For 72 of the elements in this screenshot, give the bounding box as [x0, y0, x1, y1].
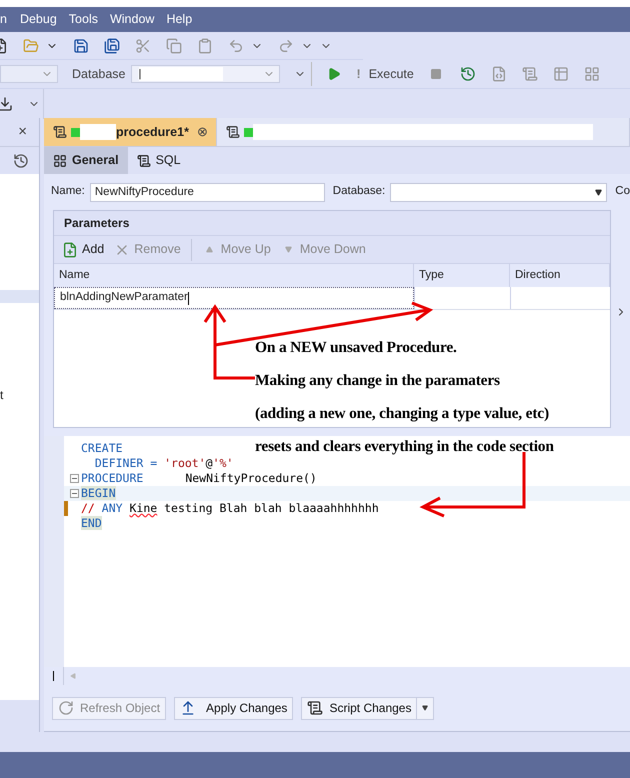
tab-label: procedure1* [116, 124, 189, 141]
database-dropdown[interactable]: | [130, 65, 280, 83]
undo-icon[interactable] [228, 38, 244, 54]
action-button[interactable]: Script Changes [301, 696, 418, 720]
menu-item[interactable]: Window [104, 10, 160, 29]
code-line: DEFINER = 'root'@'%' [94, 456, 234, 471]
status-square-icon [244, 128, 253, 136]
fold-toggle-icon[interactable] [70, 489, 79, 498]
code-line: PROCEDURE NewNiftyProcedure() [81, 471, 317, 486]
menu-item[interactable]: Debug [14, 10, 63, 29]
paste-icon[interactable] [197, 38, 213, 54]
document-tab[interactable]: procedure1* ⊗ [44, 118, 217, 146]
code-line: // ANY Kine testing Blah blah blaaaahhhhhhh [81, 501, 379, 516]
annotation-text: resets and clears everything in the code section [255, 437, 554, 457]
stop-icon[interactable] [430, 68, 442, 80]
status-square-icon [71, 128, 80, 136]
script-icon [136, 154, 151, 168]
script-icon [226, 125, 240, 139]
tree-item-text: t [0, 387, 4, 404]
script-icon [53, 125, 67, 139]
database-label: Database [72, 66, 126, 83]
menu-item[interactable]: Tools [62, 10, 104, 29]
menu-item[interactable]: Help [160, 10, 198, 29]
caret-icon [595, 188, 602, 196]
name-field[interactable]: NewNiftyProcedure [90, 182, 325, 202]
up-triangle-icon [206, 246, 213, 253]
document-icon[interactable] [490, 66, 507, 82]
fold-toggle-icon[interactable] [70, 474, 79, 483]
view-tab[interactable]: SQL [128, 147, 190, 174]
database-dropdown[interactable] [390, 182, 608, 202]
run-icon[interactable] [326, 67, 341, 81]
table-cell[interactable]: blnAddingNewParamater [54, 287, 414, 309]
down-triangle-icon [284, 246, 292, 253]
code-line: CREATE [81, 441, 123, 456]
grid-icon[interactable] [584, 66, 600, 82]
annotation-text: Making any change in the paramaters [255, 371, 501, 391]
close-tab-button[interactable]: ⊗ [197, 122, 208, 142]
save-all-icon[interactable] [104, 38, 120, 54]
panel-title: Parameters [54, 211, 610, 235]
column-header[interactable]: Direction [510, 264, 610, 287]
database-label: Database: [332, 184, 386, 200]
grid-icon [53, 154, 67, 168]
view-tab[interactable]: General [44, 147, 128, 174]
annotation-text: On a NEW unsaved Procedure. [255, 338, 458, 358]
scroll-left-icon[interactable] [70, 673, 76, 679]
clock-icon[interactable] [13, 152, 29, 168]
cut-icon[interactable] [135, 38, 151, 54]
dropdown-button[interactable] [417, 696, 434, 720]
menu-item[interactable]: n [0, 10, 7, 29]
open-folder-icon[interactable] [23, 38, 39, 54]
copy-icon[interactable] [166, 38, 182, 54]
script-icon [307, 700, 324, 716]
action-button[interactable]: Apply Changes [174, 696, 294, 720]
history-icon[interactable] [460, 66, 476, 82]
close-button[interactable]: × [18, 120, 27, 144]
column-header[interactable]: Name [54, 264, 414, 287]
name-label: Name: [51, 184, 85, 200]
script-icon[interactable] [522, 66, 538, 82]
execute-button[interactable]: ! Execute [356, 64, 414, 84]
redo-icon[interactable] [278, 38, 294, 54]
field-label: Co [615, 184, 630, 200]
save-icon[interactable] [73, 38, 89, 54]
caret-icon [422, 705, 428, 711]
import-icon[interactable] [0, 96, 13, 112]
add-icon [62, 242, 78, 258]
redaction-block [80, 124, 116, 140]
toolbar-button[interactable]: Add [62, 240, 104, 259]
text-cursor [188, 292, 189, 304]
refresh-icon [58, 700, 74, 716]
annotation-text: (adding a new one, changing a type value, etc) [255, 404, 550, 424]
table-icon[interactable] [552, 66, 569, 82]
column-header[interactable]: Type [414, 264, 510, 287]
